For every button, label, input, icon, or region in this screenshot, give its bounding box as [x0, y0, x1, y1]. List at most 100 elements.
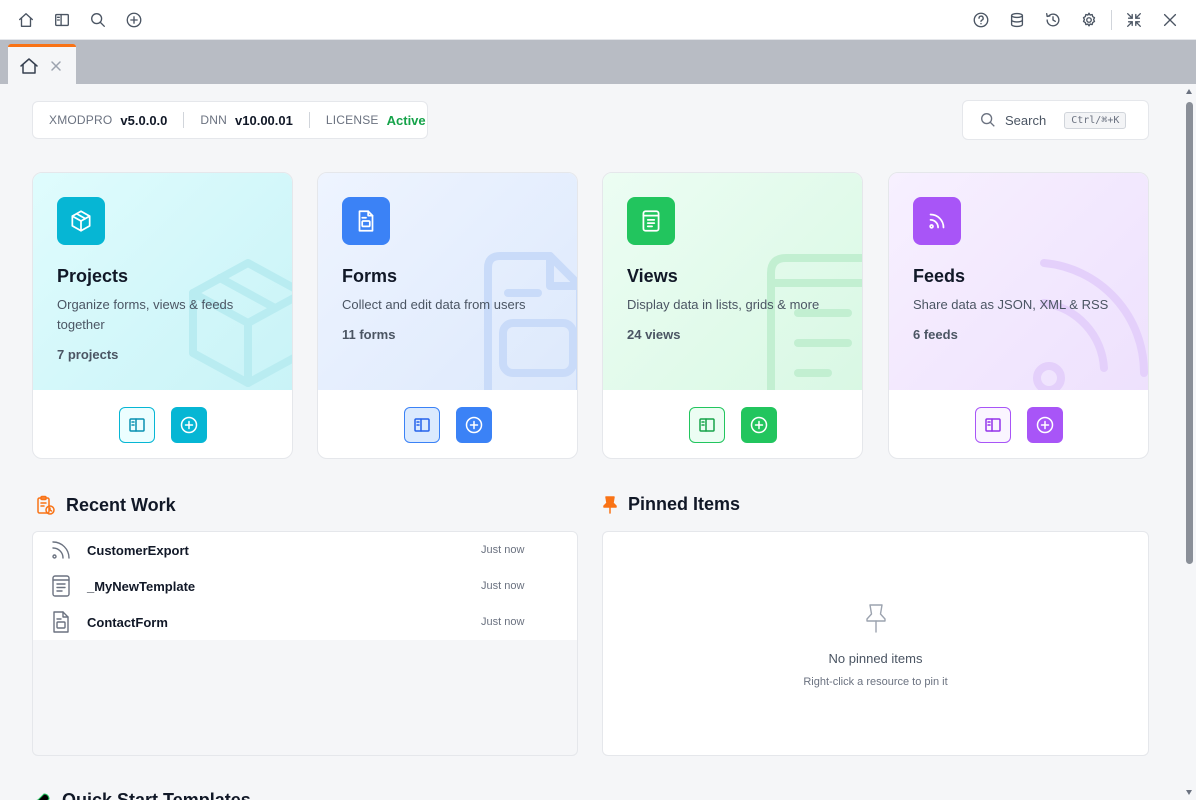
- vertical-scrollbar[interactable]: [1182, 84, 1196, 800]
- item-time: Just now: [481, 580, 525, 592]
- license-status: Active: [386, 112, 426, 128]
- list-icon: [52, 575, 70, 597]
- card-count: 7 projects: [57, 347, 119, 362]
- close-tab-icon[interactable]: [50, 60, 62, 72]
- version-info: XMODPRO v5.0.0.0 DNN v10.00.01 LICENSE A…: [32, 101, 428, 139]
- sidebar-icon: [984, 418, 1001, 432]
- help-icon[interactable]: [970, 9, 992, 31]
- license-key: LICENSE: [325, 113, 379, 127]
- add-project-button[interactable]: [170, 407, 207, 443]
- history-icon[interactable]: [1042, 9, 1064, 31]
- item-name: _MyNewTemplate: [87, 578, 196, 594]
- item-time: Just now: [481, 616, 525, 628]
- recent-work-panel: CustomerExport Just now _MyNewTemplate J…: [32, 531, 578, 756]
- browse-forms-button[interactable]: [403, 407, 440, 443]
- rss-icon: [913, 197, 961, 245]
- empty-hint: Right-click a resource to pin it: [803, 676, 948, 688]
- rocket-icon: [34, 792, 50, 800]
- sidebar-icon[interactable]: [51, 9, 73, 31]
- scroll-down-icon[interactable]: [1185, 788, 1193, 796]
- sidebar-icon: [128, 418, 145, 432]
- section-title: Quick Start Templates: [62, 790, 251, 800]
- clipboard-clock-icon: [37, 495, 55, 515]
- collapse-icon[interactable]: [1123, 9, 1145, 31]
- search-icon: [981, 113, 995, 127]
- search-shortcut: Ctrl/⌘+K: [1064, 111, 1127, 129]
- card-actions: [33, 390, 292, 458]
- close-icon[interactable]: [1159, 9, 1181, 31]
- recent-work-heading: Recent Work: [34, 494, 176, 516]
- form-icon: [53, 611, 69, 633]
- card-actions: [603, 390, 862, 458]
- home-icon: [20, 57, 38, 74]
- search-box[interactable]: Search Ctrl/⌘+K: [962, 100, 1149, 140]
- pinned-items-panel: No pinned items Right-click a resource t…: [602, 531, 1149, 756]
- quick-start-heading: Quick Start Templates: [32, 790, 251, 800]
- empty-state: No pinned items Right-click a resource t…: [603, 602, 1148, 688]
- form-watermark-icon: [484, 252, 577, 390]
- add-circle-icon: [180, 416, 197, 434]
- section-title: Recent Work: [66, 494, 176, 515]
- card-description: Organize forms, views & feeds together: [57, 297, 234, 332]
- browse-feeds-button[interactable]: [974, 407, 1011, 443]
- card-description: Collect and edit data from users: [342, 297, 526, 312]
- views-hero: Views Display data in lists, grids & mor…: [603, 173, 862, 390]
- add-circle-icon: [750, 416, 767, 434]
- card-actions: [318, 390, 577, 458]
- pin-icon: [603, 495, 617, 514]
- pinned-items-heading: Pinned Items: [602, 494, 740, 515]
- toolbar-divider: [1111, 10, 1112, 30]
- item-name: ContactForm: [87, 614, 168, 630]
- add-circle-icon: [1036, 416, 1053, 434]
- rss-icon: [52, 541, 70, 559]
- forms-hero: Forms Collect and edit data from users 1…: [318, 173, 577, 390]
- card-count: 24 views: [627, 327, 681, 342]
- forms-card: Forms Collect and edit data from users 1…: [317, 172, 578, 459]
- list-item[interactable]: _MyNewTemplate Just now: [33, 568, 577, 604]
- scroll-thumb[interactable]: [1186, 102, 1193, 564]
- list-icon: [627, 197, 675, 245]
- projects-card: Projects Organize forms, views & feeds t…: [32, 172, 293, 459]
- card-title: Feeds: [913, 266, 966, 286]
- divider: [183, 112, 185, 128]
- browse-views-button[interactable]: [688, 407, 725, 443]
- card-title: Projects: [57, 266, 129, 286]
- main-content: XMODPRO v5.0.0.0 DNN v10.00.01 LICENSE A…: [0, 84, 1182, 800]
- database-icon[interactable]: [1006, 9, 1028, 31]
- home-icon[interactable]: [15, 9, 37, 31]
- add-feed-button[interactable]: [1026, 407, 1063, 443]
- add-circle-icon[interactable]: [123, 9, 145, 31]
- cube-icon: [57, 197, 105, 245]
- recent-list: CustomerExport Just now _MyNewTemplate J…: [33, 532, 577, 640]
- add-circle-icon: [465, 416, 482, 434]
- tab-home[interactable]: [8, 44, 76, 84]
- empty-title: No pinned items: [828, 651, 923, 666]
- add-view-button[interactable]: [740, 407, 777, 443]
- section-title: Pinned Items: [628, 494, 741, 514]
- add-form-button[interactable]: [455, 407, 492, 443]
- item-name: CustomerExport: [87, 542, 189, 558]
- card-description: Share data as JSON, XML & RSS: [913, 297, 1109, 312]
- card-actions: [889, 390, 1148, 458]
- sidebar-icon: [698, 418, 715, 432]
- projects-hero: Projects Organize forms, views & feeds t…: [33, 173, 292, 390]
- tab-strip: [0, 40, 1196, 84]
- product-key: XMODPRO: [49, 113, 113, 127]
- pin-outline-icon: [865, 604, 886, 633]
- dnn-key: DNN: [200, 113, 228, 127]
- search-icon[interactable]: [87, 9, 109, 31]
- divider: [308, 112, 310, 128]
- list-watermark-icon: [767, 254, 862, 390]
- settings-icon[interactable]: [1078, 9, 1100, 31]
- dnn-version: v10.00.01: [235, 112, 293, 128]
- browse-projects-button[interactable]: [118, 407, 155, 443]
- scroll-up-icon[interactable]: [1185, 88, 1193, 96]
- list-item[interactable]: CustomerExport Just now: [33, 532, 577, 568]
- views-card: Views Display data in lists, grids & mor…: [602, 172, 863, 459]
- item-time: Just now: [481, 544, 525, 556]
- product-version: v5.0.0.0: [120, 112, 168, 128]
- card-description: Display data in lists, grids & more: [627, 297, 820, 312]
- top-toolbar: [0, 0, 1196, 40]
- list-item[interactable]: ContactForm Just now: [33, 604, 577, 640]
- card-count: 6 feeds: [913, 327, 958, 342]
